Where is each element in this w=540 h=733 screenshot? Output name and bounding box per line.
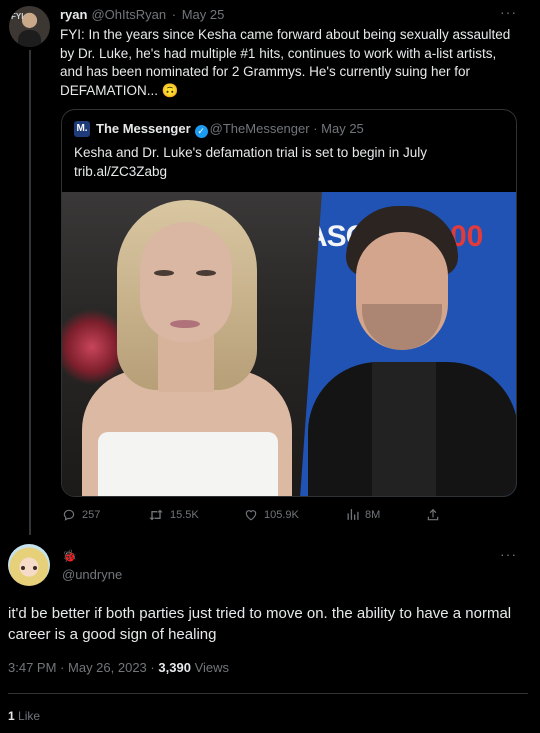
like-button[interactable]: 105.9K	[244, 508, 299, 521]
avatar-tag: FYI	[11, 12, 24, 21]
retweet-button[interactable]: 15.5K	[148, 508, 199, 522]
kesha-photo	[62, 192, 322, 496]
white-top	[98, 432, 278, 496]
reply-button[interactable]: 257	[62, 508, 100, 522]
tweet-separator: ·	[171, 7, 177, 22]
reply-likes[interactable]: 1 Like	[8, 709, 40, 723]
tweet-more-icon[interactable]: ···	[500, 4, 517, 20]
quoted-text-line1: Kesha and Dr. Luke's defamation trial is…	[74, 145, 428, 160]
reply-more-icon[interactable]: ···	[500, 546, 517, 562]
tweet-date[interactable]: May 25	[182, 7, 225, 22]
quoted-handle[interactable]: @TheMessenger	[210, 121, 310, 136]
quoted-display-name[interactable]: The Messenger	[96, 121, 191, 136]
share-button[interactable]	[426, 508, 440, 522]
views-button[interactable]: 8M	[346, 508, 380, 521]
undryne-avatar[interactable]	[8, 544, 50, 586]
analytics-icon	[347, 509, 359, 520]
quoted-date: May 25	[321, 121, 364, 136]
messenger-logo: M.	[74, 121, 90, 137]
share-icon	[427, 508, 439, 521]
tweet-display-name[interactable]: ryan	[60, 7, 87, 22]
like-count: 105.9K	[264, 508, 299, 521]
meta-separator-1: ·	[60, 660, 65, 675]
tweet-actions: 257 15.5K 105.9K 8M	[62, 508, 452, 526]
quoted-tweet-card[interactable]: M. The Messenger ✓ @TheMessenger · May 25 …	[61, 109, 517, 497]
verified-badge-icon: ✓	[194, 125, 208, 138]
reply-count: 257	[82, 509, 101, 521]
reply-handle[interactable]: @undryne	[62, 567, 122, 582]
quoted-link[interactable]: trib.al/ZC3Zabg	[74, 162, 504, 181]
reply-meta: 3:47 PM · May 26, 2023 · 3,390 Views	[8, 660, 229, 675]
quoted-tweet-header: The Messenger ✓ @TheMessenger · May 25	[96, 121, 364, 138]
retweet-count: 15.5K	[170, 509, 199, 521]
heart-icon	[245, 510, 257, 521]
dr-luke-photo: ASC 00	[300, 192, 516, 496]
quoted-text: Kesha and Dr. Luke's defamation trial is…	[74, 143, 504, 181]
thread-line	[29, 50, 31, 535]
tweet-text: FYI: In the years since Kesha came forwa…	[60, 27, 511, 98]
reply-like-label: Like	[18, 709, 41, 723]
reply-like-count: 1	[8, 709, 15, 723]
quoted-image[interactable]: ASC 00	[62, 192, 516, 496]
reply-date[interactable]: May 26, 2023	[68, 660, 147, 675]
retweet-icon	[149, 509, 163, 521]
reply-icon	[63, 509, 75, 521]
tweet-header: ryan @OhItsRyan · May 25	[60, 7, 224, 22]
views-count: 8M	[365, 508, 381, 521]
meta-separator-2: ·	[150, 660, 155, 675]
quoted-separator: ·	[313, 121, 318, 136]
ryan-avatar[interactable]: FYI	[9, 6, 50, 47]
reply-text: it'd be better if both parties just trie…	[8, 605, 512, 643]
tweet-handle[interactable]: @OhItsRyan	[91, 7, 166, 22]
reply-views-count: 3,390	[158, 660, 191, 675]
reply-display-name[interactable]: 🐞	[62, 549, 77, 563]
reply-views-label: Views	[194, 660, 230, 675]
divider	[8, 693, 528, 694]
reply-time[interactable]: 3:47 PM	[8, 660, 56, 675]
